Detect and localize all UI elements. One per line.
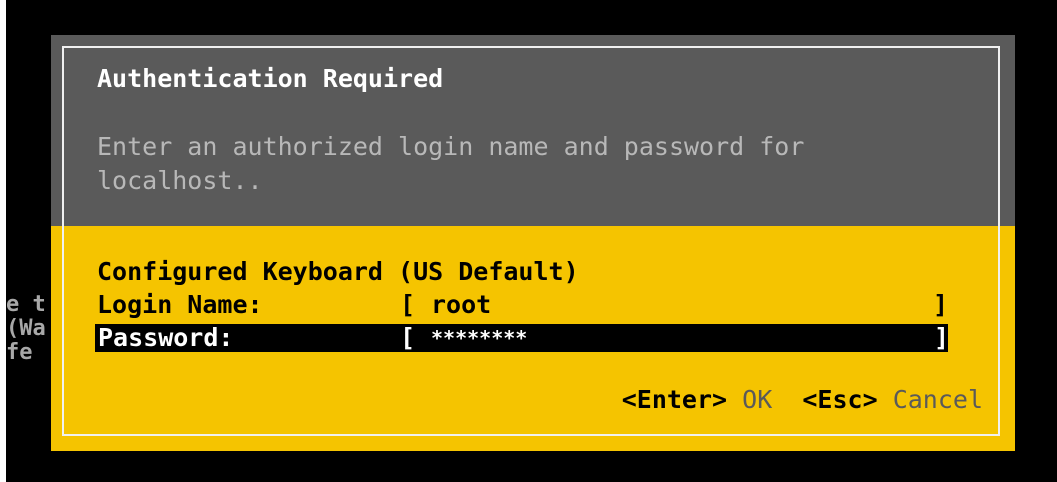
dialog-frame [62, 46, 1000, 436]
dialog-actions: <Enter> OK <Esc> Cancel [622, 385, 983, 415]
background-console-text: e t (Wa fe [6, 293, 46, 365]
authentication-dialog: Authentication Required Enter an authori… [51, 35, 1015, 451]
password-field[interactable]: Password: [ ******** ] [95, 323, 950, 353]
background-fragment: e t [6, 292, 46, 317]
password-label: Password: [98, 323, 234, 352]
password-close-bracket: ] [934, 323, 950, 352]
keyboard-label[interactable]: Configured Keyboard (US Default) [97, 257, 579, 287]
password-open-bracket: [ [400, 323, 416, 352]
console-screen: e t (Wa fe Authentication Required Enter a… [6, 0, 1057, 482]
esc-key-hint[interactable]: <Esc> [802, 385, 877, 414]
background-fragment: fe [6, 340, 33, 365]
background-fragment: (Wa [6, 316, 46, 341]
dialog-message: Enter an authorized login name and passw… [97, 132, 805, 195]
login-open-bracket: [ [400, 290, 416, 319]
cancel-button[interactable]: Cancel [893, 385, 983, 414]
ok-button[interactable]: OK [742, 385, 772, 414]
password-input[interactable]: ******** [431, 323, 527, 353]
enter-key-hint[interactable]: <Enter> [622, 385, 727, 414]
login-name-input[interactable]: root [431, 290, 491, 320]
dialog-title: Authentication Required [97, 64, 444, 93]
login-close-bracket: ] [933, 290, 949, 319]
login-name-label: Login Name: [97, 290, 263, 319]
